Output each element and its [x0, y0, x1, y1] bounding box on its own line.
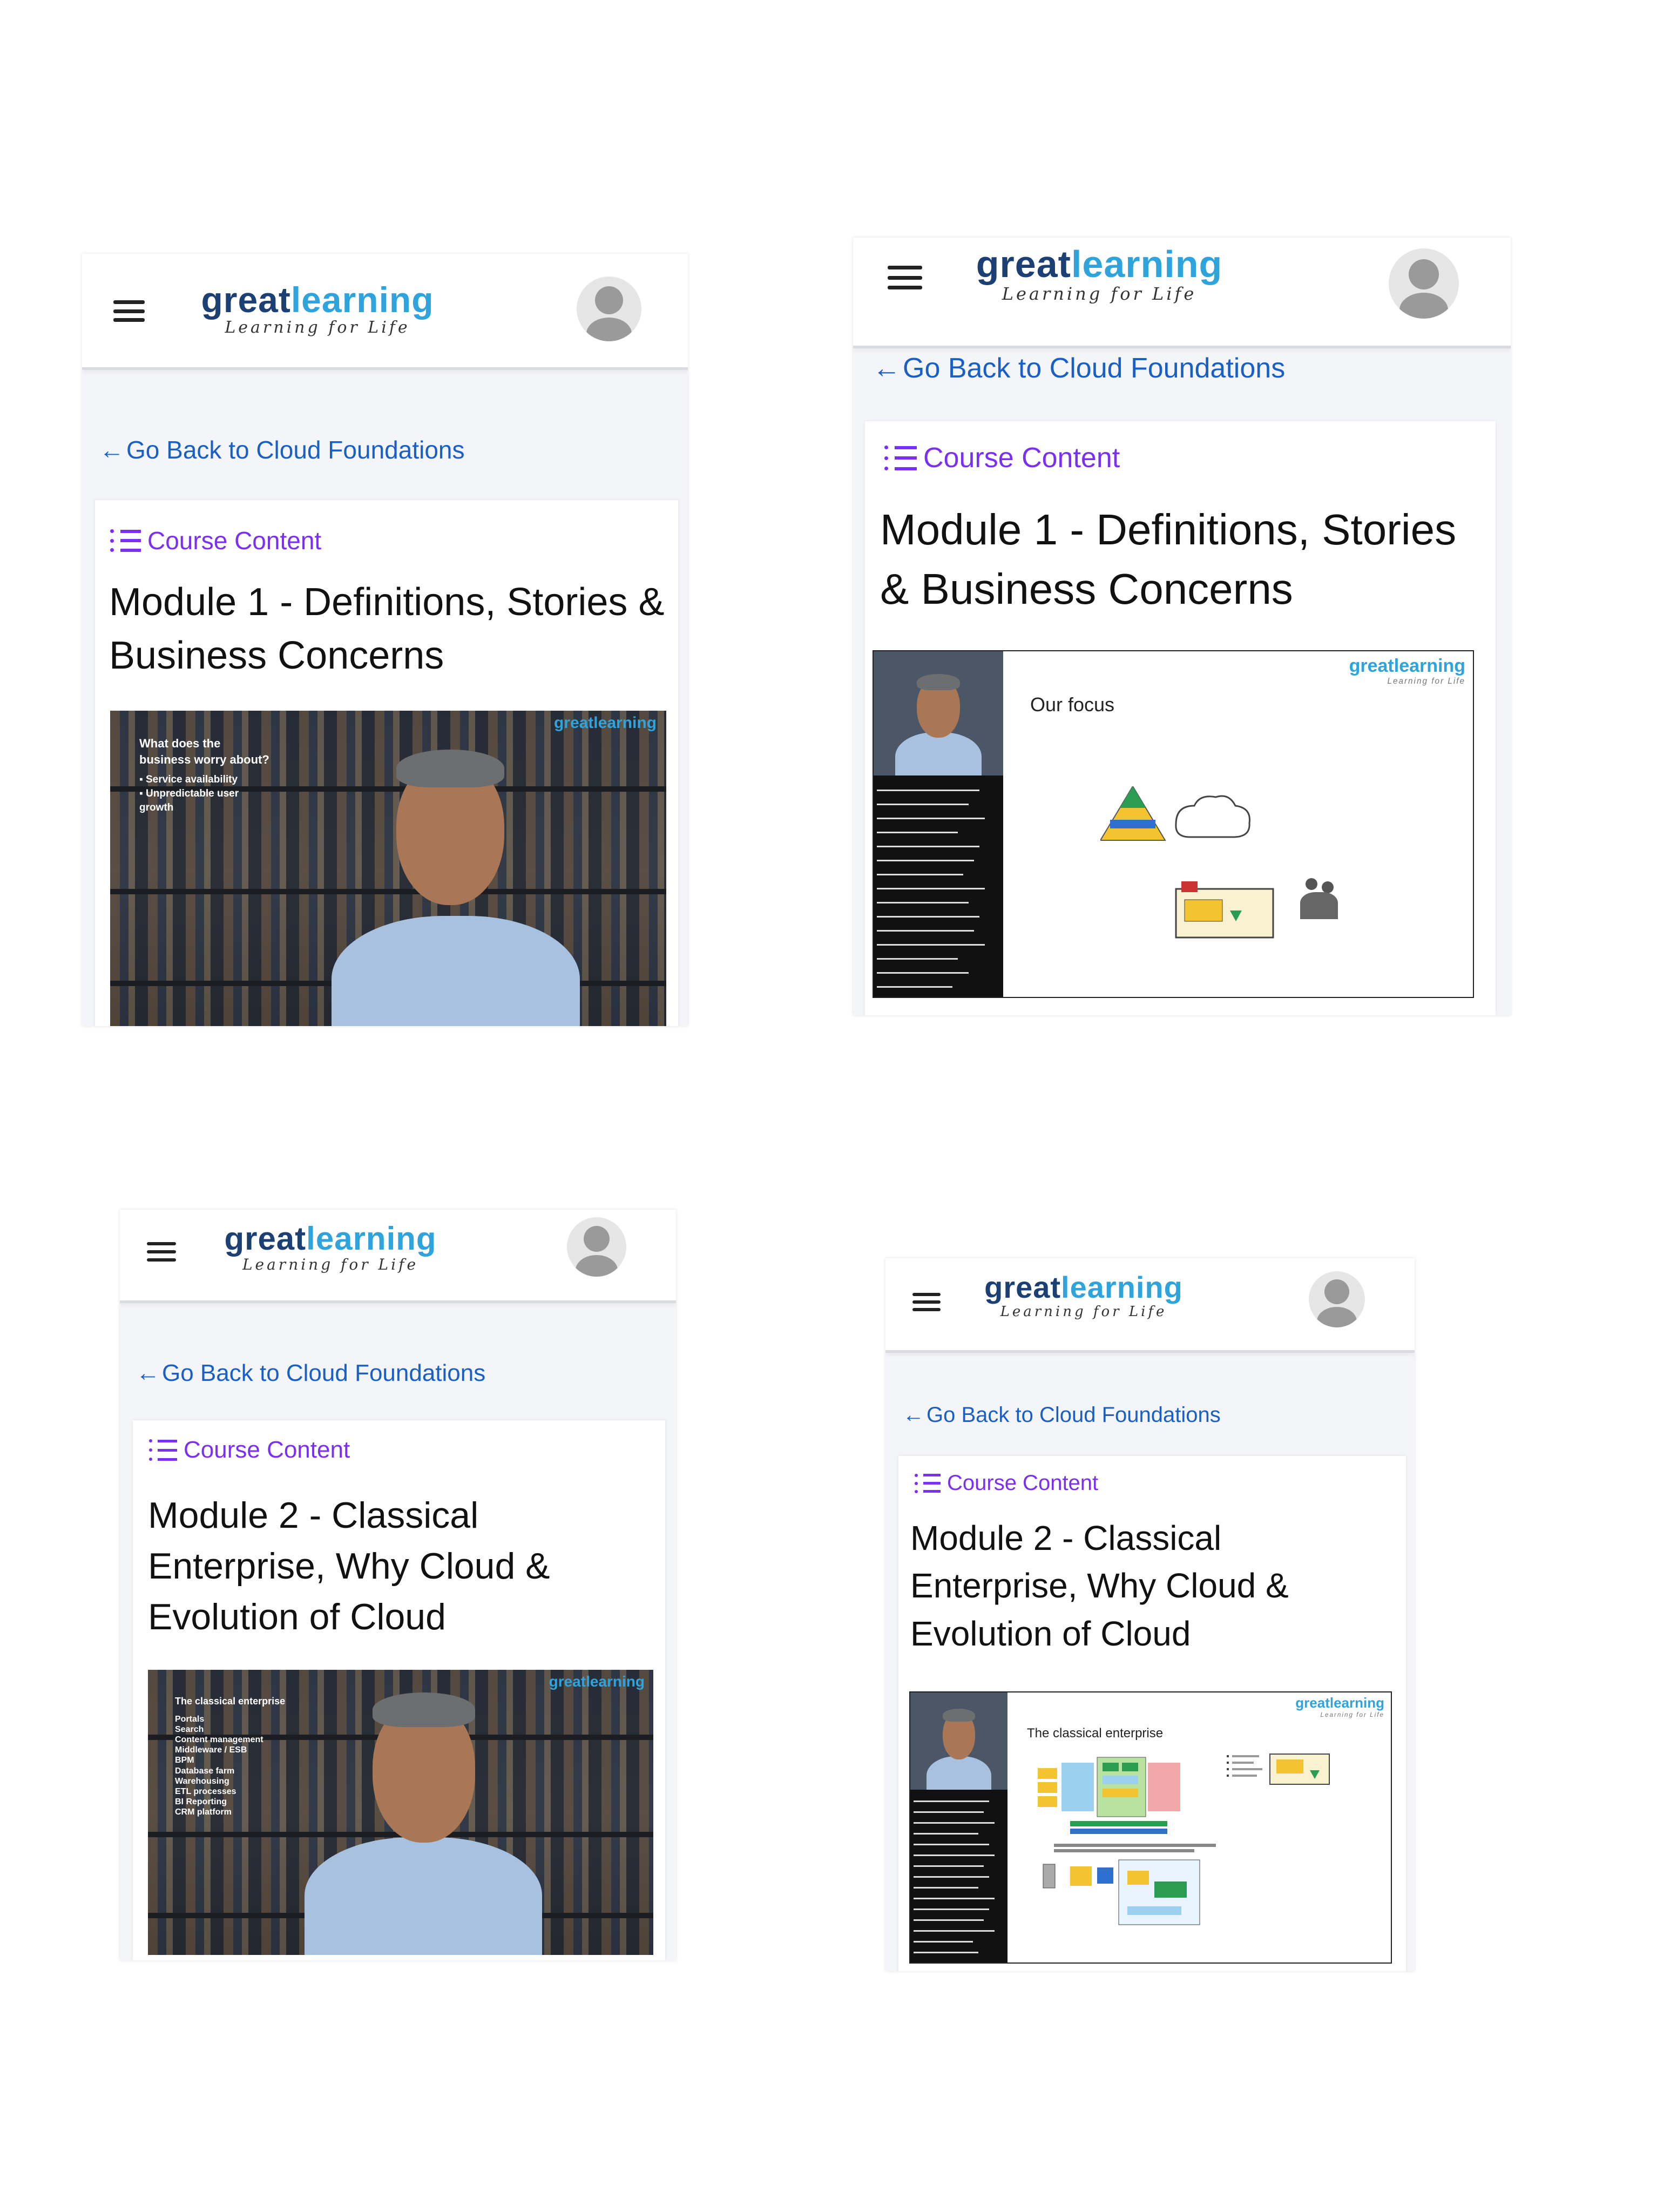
course-content-label: Course Content [147, 527, 322, 555]
back-link-label: Go Back to Cloud Foundations [162, 1360, 486, 1386]
course-content-label: Course Content [184, 1437, 350, 1463]
arrow-left-icon: ← [873, 353, 901, 384]
logo-learning: learning [1061, 1270, 1183, 1304]
user-avatar-icon[interactable] [1389, 248, 1459, 319]
top-app-bar: greatlearning Learning for Life [853, 238, 1511, 348]
screenshot-card-3: greatlearning Learning for Life ←Go Back… [120, 1210, 676, 1960]
list-icon [110, 529, 141, 552]
user-avatar-icon[interactable] [1309, 1271, 1365, 1327]
slide-title: Our focus [1030, 693, 1115, 716]
lecture-video-player[interactable]: greatlearning The classical enterprise P… [148, 1670, 653, 1955]
video-watermark: greatlearning [549, 1673, 645, 1690]
slide-watermark: greatlearning Learning for Life [1295, 1695, 1384, 1718]
arrow-left-icon: ← [903, 1403, 924, 1427]
presenter-shirt [332, 916, 580, 1026]
lecture-slide-player[interactable]: greatlearning Learning for Life Our focu… [873, 650, 1474, 998]
content-panel: Course Content Module 2 - Classical Ente… [133, 1420, 665, 1960]
top-app-bar: greatlearning Learning for Life [82, 254, 688, 370]
greatlearning-logo[interactable]: greatlearning Learning for Life [182, 282, 452, 336]
enterprise-architecture-diagram [1038, 1754, 1330, 1925]
module-title: Module 1 - Definitions, Stories & Busine… [880, 505, 1457, 613]
course-content-button[interactable]: Course Content [915, 1471, 1098, 1495]
logo-tagline: Learning for Life [242, 1256, 419, 1273]
content-panel: Course Content Module 1 - Definitions, S… [95, 500, 678, 1026]
logo-learning: learning [290, 280, 434, 320]
slide-watermark: greatlearning Learning for Life [1349, 656, 1465, 686]
menu-icon[interactable] [147, 1242, 176, 1262]
user-avatar-icon[interactable] [567, 1217, 626, 1277]
logo-great: great [201, 280, 291, 320]
back-to-course-link[interactable]: ←Go Back to Cloud Foundations [873, 352, 1285, 385]
course-content-button[interactable]: Course Content [149, 1437, 350, 1464]
logo-great: great [976, 243, 1071, 285]
screenshot-card-2: greatlearning Learning for Life ←Go Back… [853, 238, 1511, 1015]
course-content-button[interactable]: Course Content [110, 526, 321, 555]
arrow-left-icon: ← [136, 1360, 160, 1386]
video-overlay-text: The classical enterprise Portals Search … [175, 1696, 286, 1817]
course-content-label: Course Content [947, 1471, 1099, 1495]
slide-diagram [1100, 786, 1274, 939]
course-outline-sidebar [910, 1692, 1007, 1963]
logo-learning: learning [306, 1220, 437, 1257]
back-to-course-link[interactable]: ←Go Back to Cloud Foundations [903, 1403, 1221, 1427]
logo-great: great [224, 1220, 307, 1257]
screenshot-card-1: greatlearning Learning for Life ←Go Back… [82, 254, 688, 1026]
menu-icon[interactable] [113, 300, 145, 322]
logo-tagline: Learning for Life [1000, 1304, 1167, 1320]
course-content-button[interactable]: Course Content [884, 442, 1120, 474]
list-icon [149, 1439, 177, 1461]
logo-tagline: Learning for Life [225, 318, 410, 337]
module-title: Module 1 - Definitions, Stories & Busine… [109, 581, 665, 678]
video-watermark: greatlearning [553, 714, 657, 732]
menu-icon[interactable] [912, 1293, 941, 1311]
presenter-thumbnail [910, 1692, 1007, 1790]
logo-learning: learning [1071, 243, 1223, 285]
screenshot-card-4: greatlearning Learning for Life ← Go Back… [885, 1258, 1415, 1971]
arrow-left-icon: ← [99, 436, 124, 464]
back-link-label: Go Back to Cloud Foundations [927, 1403, 1221, 1427]
lecture-video-player[interactable]: greatlearning What does the business wor… [110, 711, 666, 1026]
top-app-bar: greatlearning Learning for Life [120, 1210, 676, 1303]
module-title: Module 2 - Classical Enterprise, Why Clo… [148, 1495, 550, 1637]
cloud-icon [1175, 795, 1250, 838]
back-link-label: Go Back to Cloud Foundations [903, 353, 1286, 384]
content-panel: Course Content Module 1 - Definitions, S… [865, 421, 1496, 1015]
menu-icon[interactable] [888, 266, 922, 289]
back-link-label: Go Back to Cloud Foundations [126, 436, 465, 464]
greatlearning-logo[interactable]: greatlearning Learning for Life [959, 245, 1240, 302]
logo-great: great [984, 1270, 1061, 1304]
slide-title: The classical enterprise [1027, 1726, 1164, 1741]
user-avatar-icon[interactable] [577, 276, 641, 341]
users-group-icon [1300, 878, 1343, 927]
presenter-shirt [305, 1837, 542, 1955]
content-panel: Course Content Module 2 - Classical Ente… [898, 1456, 1406, 1971]
list-icon [915, 1473, 941, 1493]
back-to-course-link[interactable]: ←Go Back to Cloud Foundations [136, 1360, 485, 1387]
presenter-thumbnail [874, 651, 1003, 775]
module-title: Module 2 - Classical Enterprise, Why Clo… [910, 1519, 1289, 1653]
list-icon [884, 446, 917, 470]
greatlearning-logo[interactable]: greatlearning Learning for Life [206, 1223, 455, 1272]
course-content-label: Course Content [923, 442, 1120, 474]
logo-tagline: Learning for Life [1002, 284, 1197, 304]
lecture-slide-player[interactable]: greatlearning Learning for Life The clas… [909, 1691, 1392, 1964]
greatlearning-logo[interactable]: greatlearning Learning for Life [968, 1272, 1200, 1319]
course-outline-sidebar [874, 651, 1003, 997]
video-overlay-text: What does the business worry about? ▪ Se… [139, 737, 269, 813]
top-app-bar: greatlearning Learning for Life [885, 1258, 1415, 1353]
back-to-course-link[interactable]: ←Go Back to Cloud Foundations [99, 435, 464, 464]
